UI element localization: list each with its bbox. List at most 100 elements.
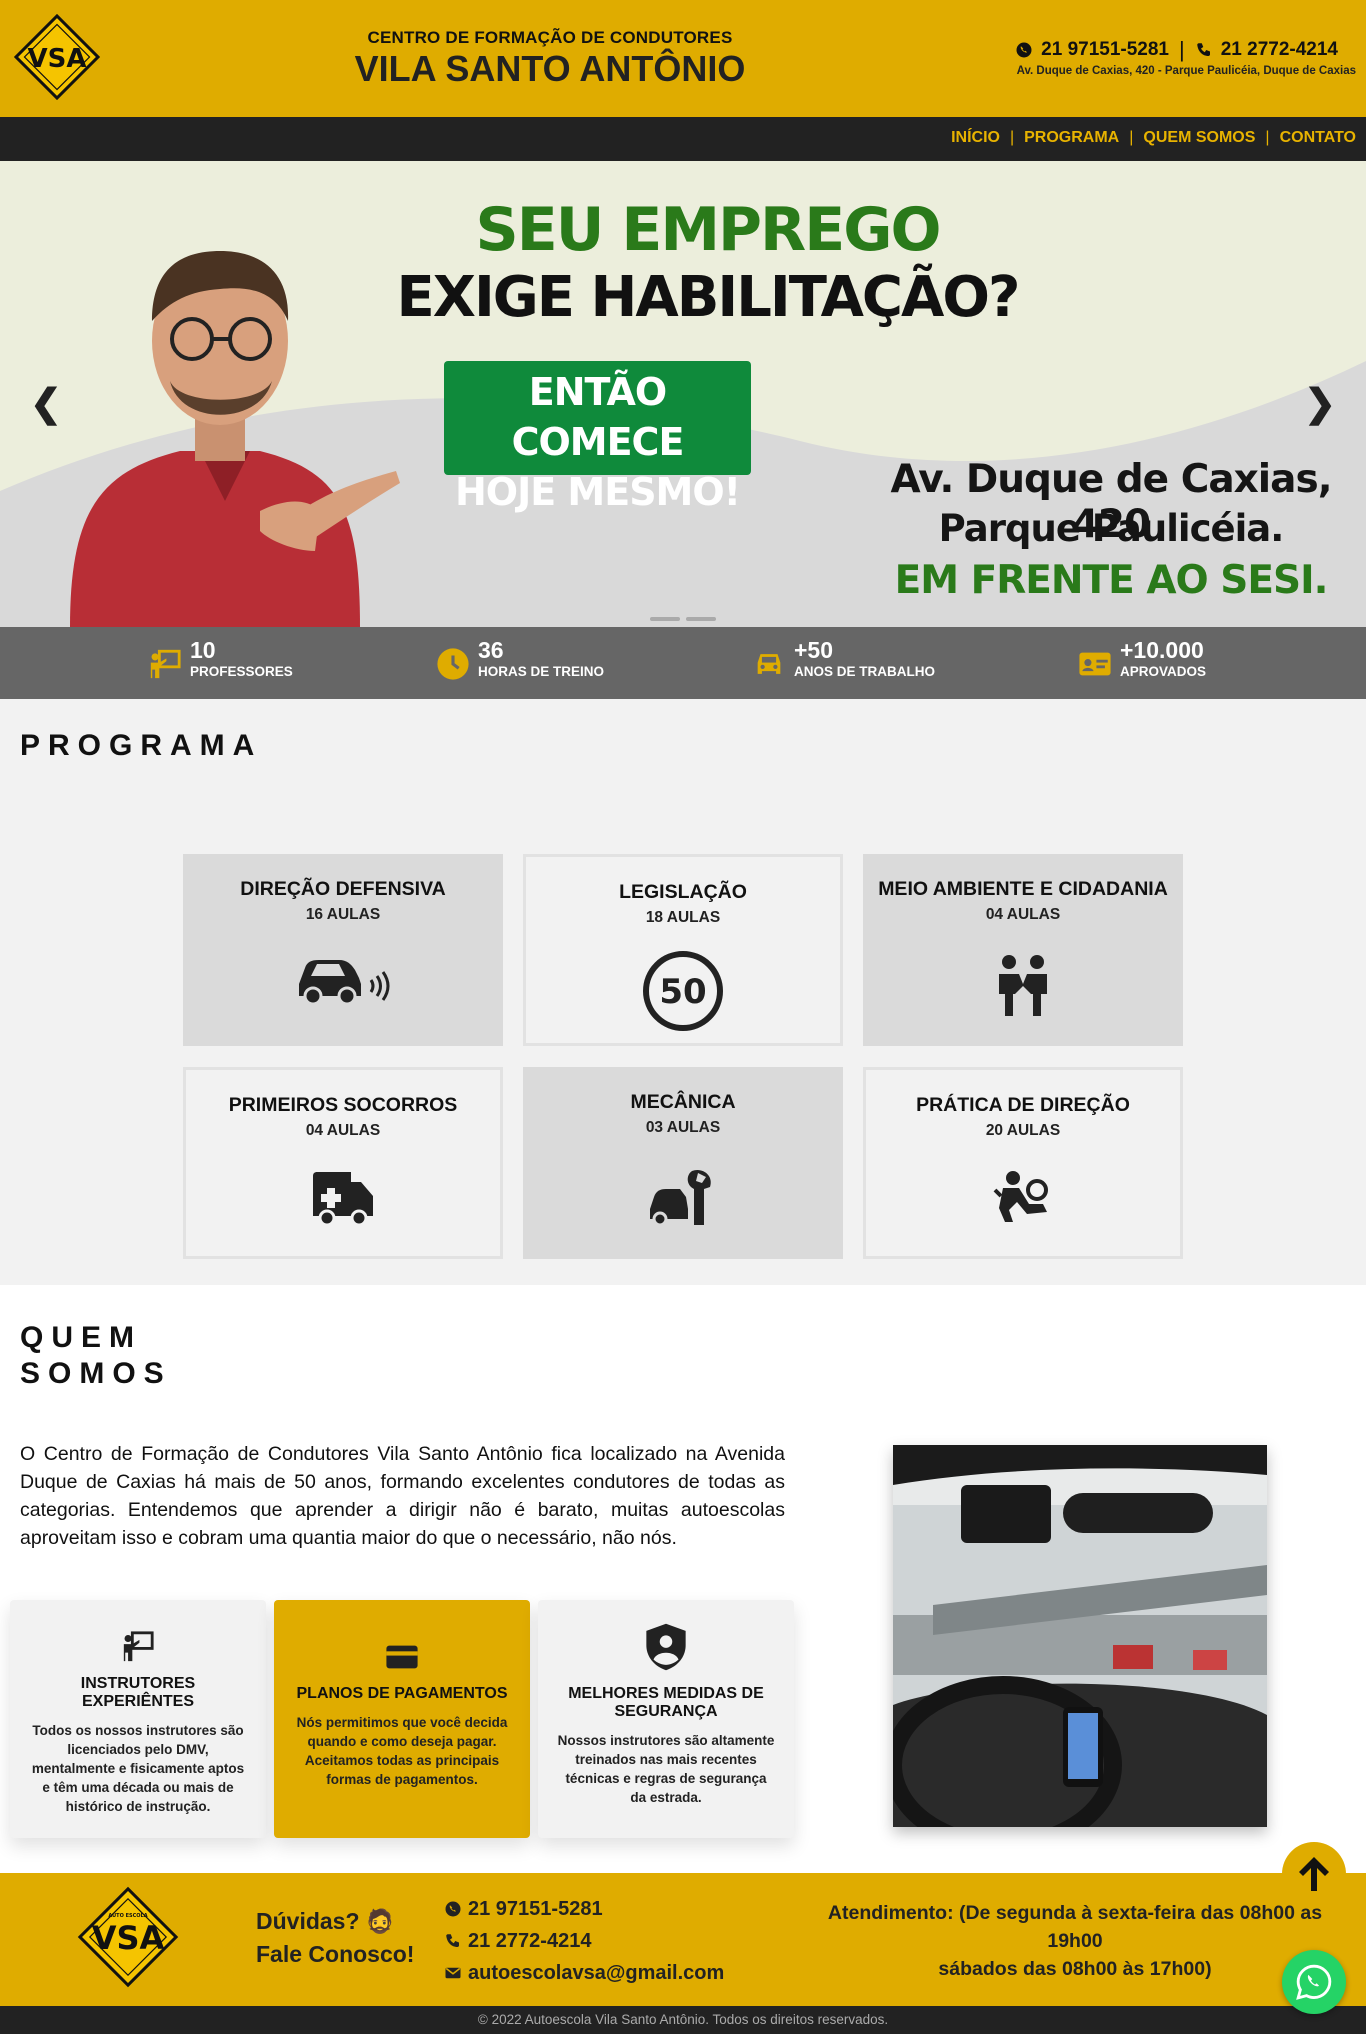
- header-phone-number[interactable]: 21 2772-4214: [1221, 39, 1338, 61]
- carousel-next-button[interactable]: ❯: [1304, 381, 1336, 426]
- people-icon: [999, 955, 1047, 1016]
- hero-cta-button[interactable]: ENTÃO COMECE HOJE MESMO!: [444, 361, 751, 514]
- car-sensor-icon: [299, 960, 390, 1004]
- footer-vsa-logo[interactable]: AUTO ESCOLA VSA: [74, 1883, 182, 1991]
- program-card-direcao-defensiva[interactable]: DIREÇÃO DEFENSIVA 16 AULAS: [183, 854, 503, 1046]
- nav-item-inicio[interactable]: INÍCIO: [951, 129, 1000, 147]
- program-card-pratica-direcao[interactable]: PRÁTICA DE DIREÇÃO 20 AULAS: [863, 1067, 1183, 1259]
- whatsapp-float-button[interactable]: [1282, 1950, 1346, 2014]
- header-contacts: 21 97151-5281 | 21 2772-4214: [1015, 37, 1338, 63]
- site-footer: AUTO ESCOLA VSA Dúvidas? 🧔 Fale Conosco!…: [0, 1873, 1366, 2006]
- nav-divider: |: [1009, 129, 1015, 146]
- mail-icon: [445, 1967, 461, 1979]
- footer-phone[interactable]: 21 2772-4214: [444, 1925, 724, 1957]
- feature-title: INSTRUTORES EXPERIÊNTES: [80, 1675, 196, 1710]
- footer-whatsapp[interactable]: 21 97151-5281: [444, 1893, 724, 1925]
- feature-description: Nós permitimos que você decida quando e …: [296, 1715, 508, 1787]
- credit-card-icon: [386, 1645, 418, 1669]
- card-title: LEGISLAÇÃO: [619, 881, 747, 903]
- hero-cta-line-2: HOJE MESMO!: [454, 470, 741, 514]
- footer-whatsapp-number: 21 97151-5281: [468, 1897, 603, 1920]
- phone-icon: [1196, 43, 1210, 56]
- car-icon: [757, 654, 781, 674]
- instructor-icon: [123, 1631, 154, 1662]
- stat-value: +50: [794, 637, 834, 663]
- hours-line-2: 19h00: [1047, 1930, 1103, 1952]
- stat-aprovados: +10.000 APROVADOS: [1078, 637, 1206, 681]
- hero-headline-2: EXIGE HABILITAÇÃO?: [396, 265, 1021, 330]
- hours-line-1: Atendimento: (De segunda à sexta-feira d…: [827, 1902, 1323, 1924]
- footer-cta: Dúvidas? 🧔 Fale Conosco!: [256, 1905, 414, 1971]
- program-card-legislacao[interactable]: LEGISLAÇÃO 18 AULAS 50: [523, 854, 843, 1046]
- header-whatsapp-number[interactable]: 21 97151-5281: [1041, 39, 1169, 61]
- quem-title-line-2: SOMOS: [20, 1357, 172, 1390]
- footer-email-address: autoescolavsa@gmail.com: [468, 1961, 725, 1984]
- brand-title: VILA SANTO ANTÔNIO: [354, 48, 746, 89]
- header-address: Av. Duque de Caxias, 420 - Parque Paulic…: [1016, 65, 1356, 77]
- whatsapp-icon: [1016, 42, 1032, 58]
- feature-card-pagamentos: PLANOS DE PAGAMENTOS Nós permitimos que …: [274, 1600, 530, 1838]
- speed-limit-icon: 50: [643, 951, 723, 1031]
- quem-somos-title: QUEM SOMOS: [20, 1320, 172, 1392]
- stat-value: +10.000: [1120, 637, 1204, 663]
- stat-professores: 10 PROFESSORES: [148, 637, 293, 681]
- separator: |: [1179, 37, 1185, 62]
- clock-icon: [437, 648, 469, 680]
- card-subtitle: 03 AULAS: [645, 1119, 721, 1136]
- program-card-meio-ambiente[interactable]: MEIO AMBIENTE E CIDADANIA 04 AULAS: [863, 854, 1183, 1046]
- teacher-icon: [150, 649, 181, 679]
- brand-subtitle: CENTRO DE FORMAÇÃO DE CONDUTORES: [367, 28, 733, 47]
- quem-title-line-1: QUEM: [20, 1321, 142, 1354]
- nav-item-programa[interactable]: PROGRAMA: [1024, 129, 1119, 147]
- program-card-primeiros-socorros[interactable]: PRIMEIROS SOCORROS 04 AULAS: [183, 1067, 503, 1259]
- nav-item-contato[interactable]: CONTATO: [1280, 129, 1356, 147]
- card-subtitle: 20 AULAS: [985, 1122, 1061, 1139]
- card-title: MECÂNICA: [630, 1091, 736, 1113]
- card-title: PRIMEIROS SOCORROS: [228, 1094, 458, 1116]
- phone-icon: [446, 1934, 459, 1947]
- card-title: DIREÇÃO DEFENSIVA: [240, 878, 446, 900]
- opening-hours: Atendimento: (De segunda à sexta-feira d…: [800, 1899, 1350, 1983]
- footer-phone-number: 21 2772-4214: [468, 1929, 592, 1952]
- car-interior-photo: [893, 1445, 1267, 1827]
- carousel-indicator[interactable]: [650, 617, 680, 621]
- stat-label: APROVADOS: [1120, 664, 1207, 679]
- quem-somos-section: QUEM SOMOS O Centro de Formação de Condu…: [0, 1285, 1366, 1873]
- nav-item-quem-somos[interactable]: QUEM SOMOS: [1143, 129, 1255, 147]
- ambulance-icon: [313, 1172, 373, 1226]
- stat-label: HORAS DE TREINO: [478, 664, 605, 679]
- card-subtitle: 18 AULAS: [645, 909, 721, 926]
- shield-user-icon: [646, 1623, 686, 1671]
- feature-card-seguranca: MELHORES MEDIDAS DE SEGURANÇA Nossos ins…: [538, 1600, 794, 1838]
- car-wrench-icon: [650, 1169, 711, 1227]
- driver-icon: [993, 1171, 1048, 1222]
- whatsapp-icon: [445, 1901, 461, 1917]
- stat-label: PROFESSORES: [190, 664, 293, 679]
- footer-email[interactable]: autoescolavsa@gmail.com: [444, 1957, 724, 1989]
- hero-headline-1: SEU EMPREGO: [475, 195, 942, 265]
- card-title: MEIO AMBIENTE E CIDADANIA: [878, 878, 1168, 900]
- feature-description: Nossos instrutores são altamente treinad…: [557, 1733, 775, 1805]
- carousel-prev-button[interactable]: ❮: [30, 381, 62, 426]
- nav-divider: |: [1265, 129, 1270, 146]
- card-subtitle: 16 AULAS: [305, 906, 381, 923]
- copyright-bar: © 2022 Autoescola Vila Santo Antônio. To…: [0, 2006, 1366, 2034]
- feature-title: MELHORES MEDIDAS DE SEGURANÇA: [568, 1685, 764, 1720]
- svg-text:VSA: VSA: [92, 1919, 165, 1957]
- main-nav: INÍCIO | PROGRAMA | QUEM SOMOS | CONTATO: [0, 117, 1366, 161]
- hours-line-3: sábados das 08h00 às 17h00): [938, 1958, 1212, 1980]
- stat-label: ANOS DE TRABALHO: [794, 664, 935, 679]
- card-title: PRÁTICA DE DIREÇÃO: [916, 1094, 1130, 1116]
- back-to-top-button[interactable]: [1282, 1842, 1346, 1906]
- carousel-indicators: [650, 617, 716, 621]
- footer-cta-line-2: Fale Conosco!: [256, 1941, 415, 1967]
- carousel-indicator[interactable]: [686, 617, 716, 621]
- hero-address-line-3: EM FRENTE AO SESI.: [894, 558, 1329, 603]
- arrow-up-icon: [1299, 1857, 1329, 1891]
- hero-cta-line-1: ENTÃO COMECE: [511, 370, 685, 464]
- program-card-mecanica[interactable]: MECÂNICA 03 AULAS: [523, 1067, 843, 1259]
- stats-bar: 10 PROFESSORES 36 HORAS DE TREINO +50 ANOS …: [0, 627, 1366, 699]
- footer-cta-line-1: Dúvidas? 🧔: [256, 1908, 395, 1934]
- about-paragraph: O Centro de Formação de Condutores Vila …: [20, 1443, 785, 1549]
- programa-title: PROGRAMA: [20, 729, 263, 762]
